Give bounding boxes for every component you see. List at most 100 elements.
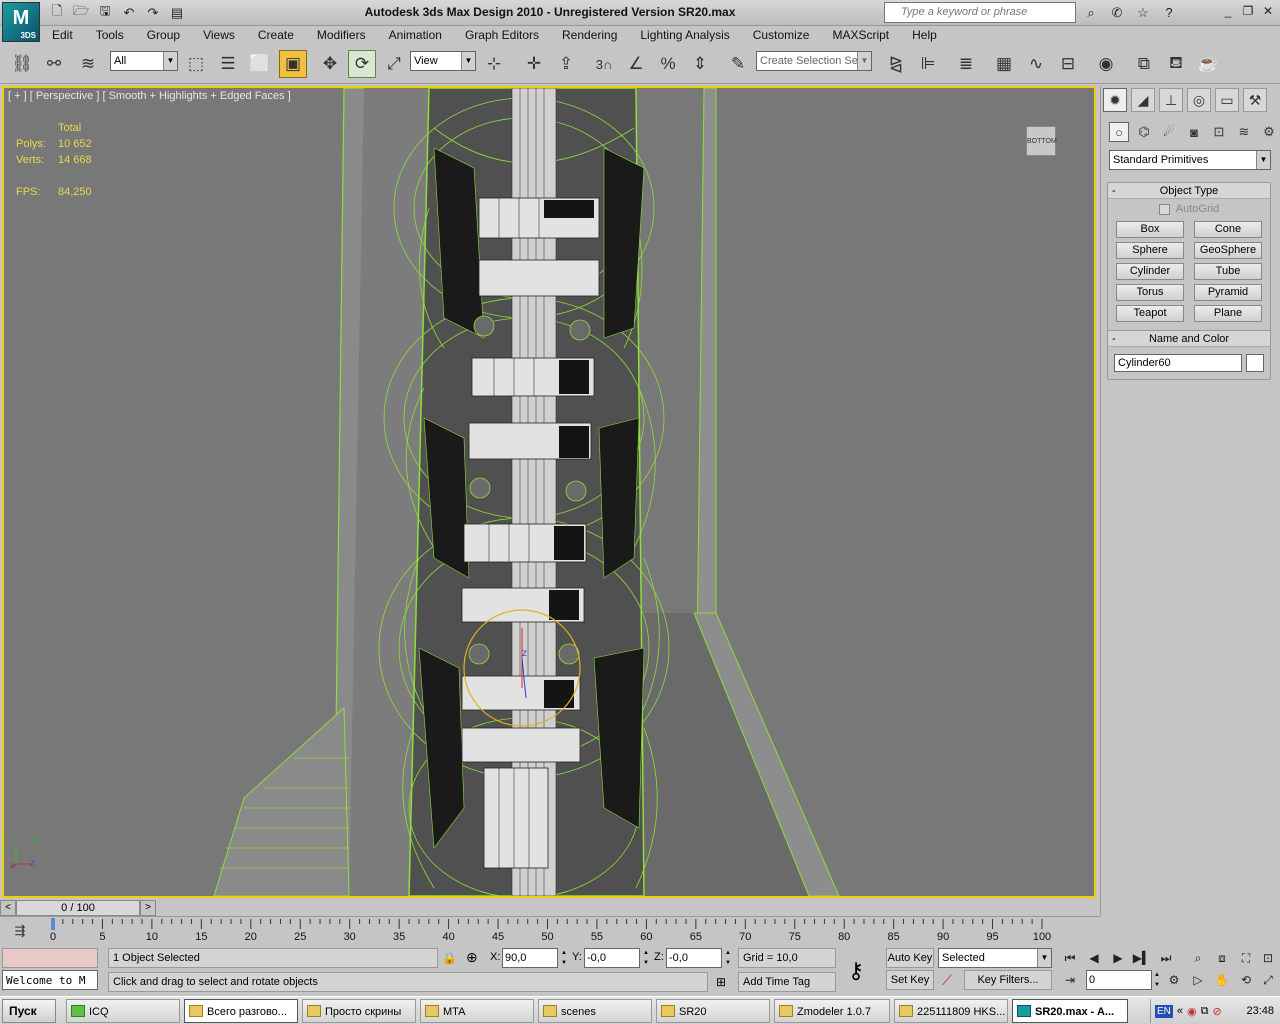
- menu-animation[interactable]: Animation: [377, 26, 453, 44]
- tray-expand-icon[interactable]: «: [1177, 1005, 1183, 1017]
- object-color-swatch[interactable]: [1246, 354, 1264, 372]
- taskbar-item[interactable]: Zmodeler 1.0.7: [774, 999, 890, 1023]
- tube-button[interactable]: Tube: [1194, 263, 1262, 280]
- field-of-view-icon[interactable]: ▷: [1188, 970, 1208, 990]
- favorites-star-icon[interactable]: ☆: [1132, 3, 1154, 22]
- add-time-tag-button[interactable]: Add Time Tag: [738, 972, 836, 992]
- start-button[interactable]: Пуск: [2, 999, 56, 1023]
- zoom-icon[interactable]: ⌕: [1188, 948, 1208, 968]
- help-icon[interactable]: ?: [1158, 3, 1180, 22]
- language-indicator[interactable]: EN: [1155, 1004, 1173, 1018]
- y-coordinate-input[interactable]: -0,0: [584, 948, 640, 968]
- menu-views[interactable]: Views: [191, 26, 246, 44]
- current-frame-input[interactable]: 0: [1086, 970, 1152, 990]
- display-tab-icon[interactable]: ▭: [1215, 88, 1239, 112]
- taskbar-item[interactable]: 225111809 HKS...: [894, 999, 1008, 1023]
- menu-modifiers[interactable]: Modifiers: [305, 26, 377, 44]
- hierarchy-tab-icon[interactable]: ⊥: [1159, 88, 1183, 112]
- render-production-icon[interactable]: ☕: [1194, 50, 1222, 78]
- restore-icon[interactable]: ❐: [1240, 3, 1256, 19]
- x-coordinate-input[interactable]: 90,0: [502, 948, 558, 968]
- pan-view-icon[interactable]: ✋: [1212, 970, 1232, 990]
- teapot-button[interactable]: Teapot: [1116, 305, 1184, 322]
- lights-icon[interactable]: ☄: [1159, 122, 1179, 142]
- x-spinner-icon[interactable]: ▲ ▼: [560, 948, 568, 968]
- taskbar-item[interactable]: ICQ: [66, 999, 180, 1023]
- geosphere-button[interactable]: GeoSphere: [1194, 242, 1262, 259]
- binoculars-icon[interactable]: ⌕: [1080, 3, 1102, 22]
- z-spinner-icon[interactable]: ▲ ▼: [724, 948, 732, 968]
- orbit-icon[interactable]: ⟲: [1236, 970, 1256, 990]
- menu-group[interactable]: Group: [135, 26, 191, 44]
- next-frame-icon[interactable]: ▶▍: [1132, 948, 1152, 968]
- reference-coordinate-dropdown[interactable]: View ▼: [410, 51, 476, 71]
- window-crossing-icon[interactable]: ▣: [279, 50, 307, 78]
- search-input[interactable]: Type a keyword or phrase: [884, 2, 1076, 23]
- unlink-icon[interactable]: ⚯: [40, 50, 68, 78]
- zoom-extents-all-icon[interactable]: ⊡: [1258, 948, 1278, 968]
- utilities-tab-icon[interactable]: ⚒: [1243, 88, 1267, 112]
- select-object-icon[interactable]: ⬚: [182, 50, 210, 78]
- helpers-icon[interactable]: ⊡: [1209, 122, 1229, 142]
- primitive-category-dropdown[interactable]: Standard Primitives ▼: [1109, 150, 1271, 170]
- taskbar-item[interactable]: Всего разгово...: [184, 999, 298, 1023]
- go-to-end-icon[interactable]: ⏭: [1156, 948, 1176, 968]
- pyramid-button[interactable]: Pyramid: [1194, 284, 1262, 301]
- object-name-input[interactable]: Cylinder60: [1114, 354, 1243, 372]
- bind-space-warp-icon[interactable]: ≋: [74, 50, 102, 78]
- box-button[interactable]: Box: [1116, 221, 1184, 238]
- shapes-icon[interactable]: ⌬: [1134, 122, 1154, 142]
- align-icon[interactable]: ⊫: [914, 50, 942, 78]
- menu-customize[interactable]: Customize: [741, 26, 821, 44]
- menu-rendering[interactable]: Rendering: [550, 26, 628, 44]
- render-setup-icon[interactable]: ⧉: [1130, 50, 1158, 78]
- current-frame-marker[interactable]: [51, 918, 55, 930]
- cone-button[interactable]: Cone: [1194, 221, 1262, 238]
- material-editor-icon[interactable]: ◉: [1092, 50, 1120, 78]
- auto-key-button[interactable]: Auto Key: [886, 948, 934, 968]
- create-tab-icon[interactable]: ✹: [1103, 88, 1127, 112]
- speaker-icon[interactable]: ⊘: [1213, 1005, 1222, 1018]
- named-selection-dropdown[interactable]: Create Selection Se ▼: [756, 51, 872, 71]
- track-bar[interactable]: ⇶ 0 5 10 15 20 25 30 35 40 45 50 55 60 65 70 75 80 85 90 95…: [0, 916, 1100, 944]
- key-mode-toggle-icon[interactable]: ⇥: [1060, 970, 1080, 990]
- y-spinner-icon[interactable]: ▲ ▼: [642, 948, 650, 968]
- application-button[interactable]: M 3DS: [2, 2, 40, 42]
- taskbar-item[interactable]: Просто скрины: [302, 999, 416, 1023]
- manipulate-icon[interactable]: ✛: [520, 50, 548, 78]
- subscription-icon[interactable]: ✆: [1106, 3, 1128, 22]
- frame-spinner-icon[interactable]: ▲ ▼: [1153, 970, 1161, 990]
- zoom-extents-icon[interactable]: ⛶: [1236, 948, 1256, 968]
- plane-button[interactable]: Plane: [1194, 305, 1262, 322]
- cameras-icon[interactable]: ◙: [1184, 122, 1204, 142]
- rotate-icon[interactable]: ⟳: [348, 50, 376, 78]
- menu-graph-editors[interactable]: Graph Editors: [453, 26, 550, 44]
- curve-editor-icon[interactable]: ∿: [1022, 50, 1050, 78]
- network-icon[interactable]: ⧉: [1201, 1005, 1209, 1018]
- modify-tab-icon[interactable]: ◢: [1131, 88, 1155, 112]
- select-by-name-icon[interactable]: ☰: [214, 50, 242, 78]
- link-icon[interactable]: ⛓: [8, 50, 36, 78]
- name-and-color-rollout-header[interactable]: - Name and Color: [1108, 331, 1270, 347]
- schematic-view-icon[interactable]: ⊟: [1054, 50, 1082, 78]
- scale-icon[interactable]: ⤢: [380, 50, 408, 78]
- graphite-ribbon-icon[interactable]: ▦: [990, 50, 1018, 78]
- taskbar-item[interactable]: scenes: [538, 999, 652, 1023]
- mirror-icon[interactable]: ⧎: [882, 50, 910, 78]
- percent-snap-icon[interactable]: %: [654, 50, 682, 78]
- snap-toggle-icon[interactable]: 3 ∩: [590, 50, 618, 78]
- menu-tools[interactable]: Tools: [84, 26, 135, 44]
- go-to-start-icon[interactable]: ⏮: [1060, 948, 1080, 968]
- angle-snap-icon[interactable]: ∠: [622, 50, 650, 78]
- menu-edit[interactable]: Edit: [40, 26, 84, 44]
- taskbar-item[interactable]: MTA: [420, 999, 534, 1023]
- play-icon[interactable]: ▶: [1108, 948, 1128, 968]
- close-icon[interactable]: ✕: [1260, 3, 1276, 19]
- time-slider-prev-icon[interactable]: <: [0, 900, 16, 916]
- antivirus-icon[interactable]: ◉: [1187, 1005, 1197, 1018]
- layer-manager-icon[interactable]: ≣: [952, 50, 980, 78]
- zoom-all-icon[interactable]: ⧈: [1212, 948, 1232, 968]
- torus-button[interactable]: Torus: [1116, 284, 1184, 301]
- keyboard-shortcut-override-icon[interactable]: ⇪: [552, 50, 580, 78]
- z-coordinate-input[interactable]: -0,0: [666, 948, 722, 968]
